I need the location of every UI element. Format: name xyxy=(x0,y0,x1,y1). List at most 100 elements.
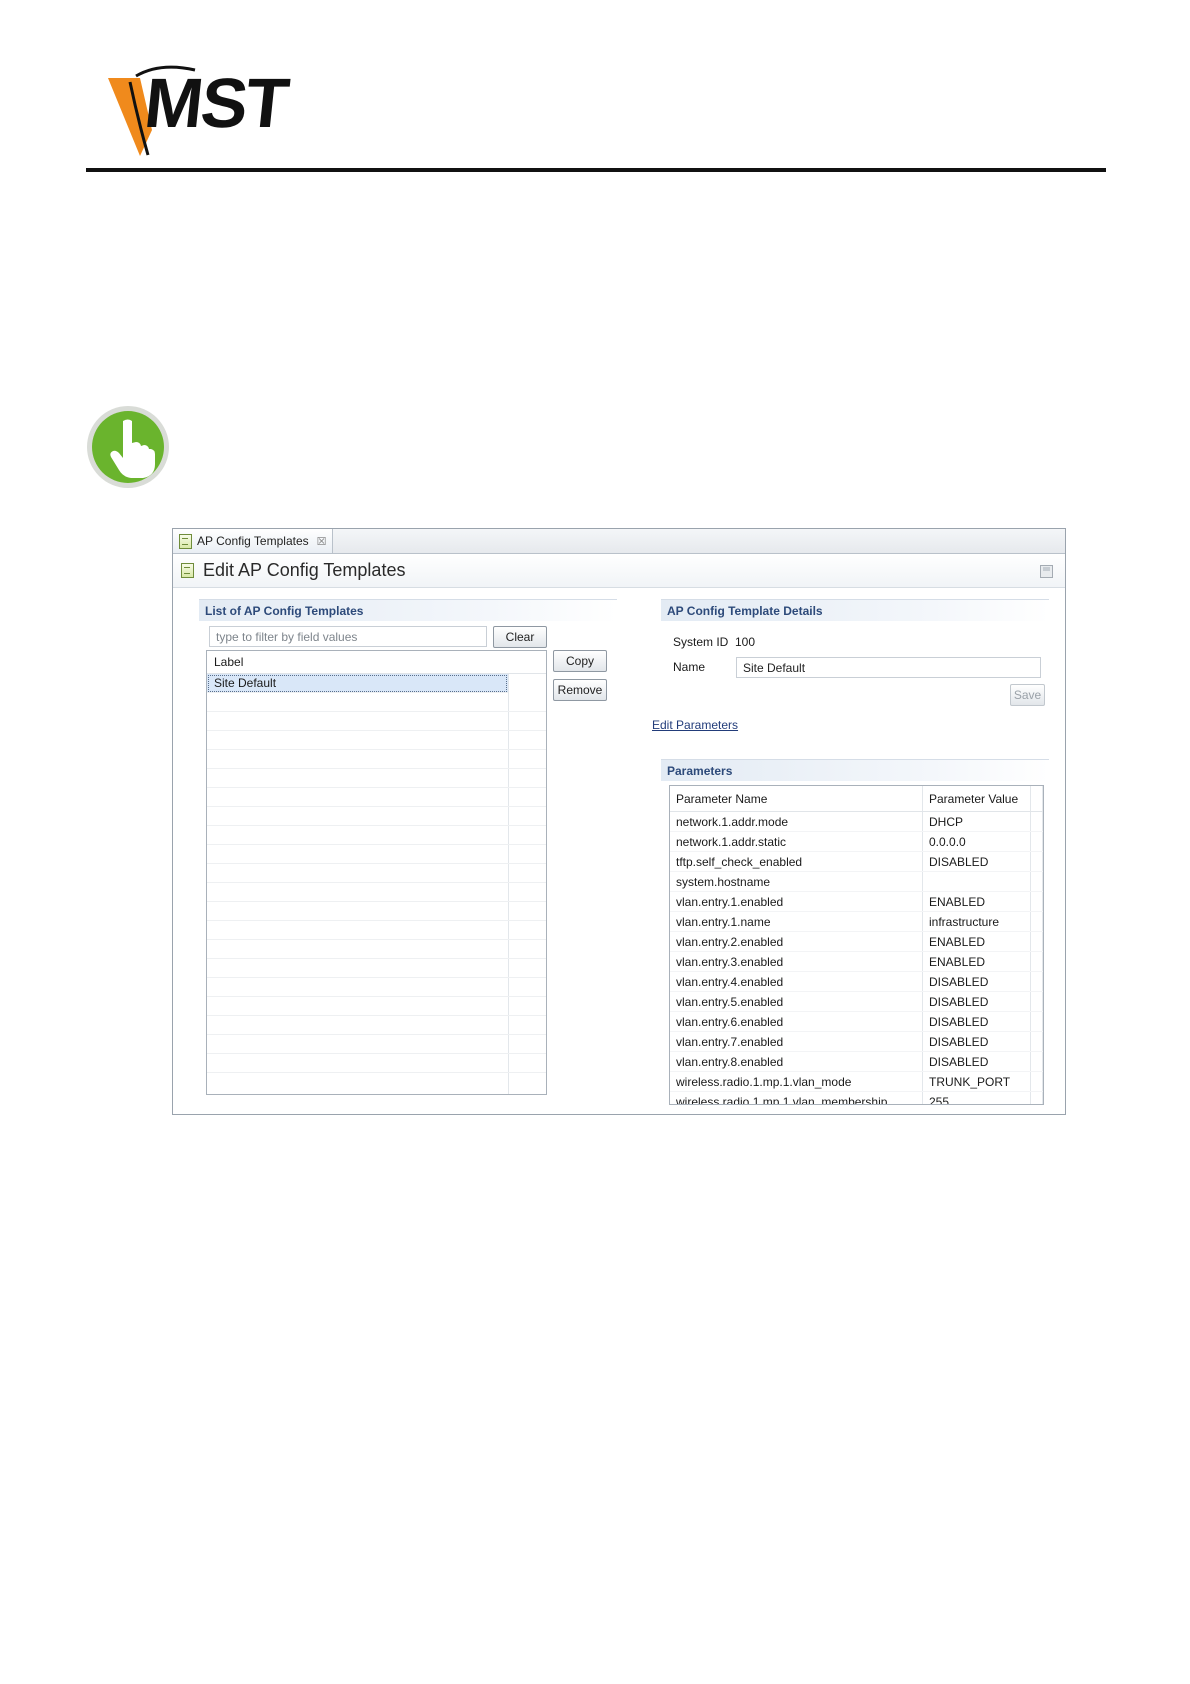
tab-label: AP Config Templates xyxy=(197,534,309,548)
parameter-name: network.1.addr.mode xyxy=(670,811,923,832)
parameter-value: infrastructure xyxy=(922,911,1031,932)
empty-row xyxy=(207,1035,546,1054)
filter-input[interactable] xyxy=(209,626,487,647)
template-doc-icon xyxy=(181,563,194,578)
parameter-name: vlan.entry.1.name xyxy=(670,911,923,932)
filler-cell xyxy=(1030,991,1043,1012)
parameters-rows: network.1.addr.mode DHCP network.1.addr.st… xyxy=(670,811,1043,1104)
parameter-value-header[interactable]: Parameter Value xyxy=(922,786,1031,812)
system-id-label: System ID xyxy=(673,635,729,649)
empty-row xyxy=(207,1016,546,1035)
empty-row xyxy=(207,845,546,864)
parameter-row[interactable]: vlan.entry.8.enabled DISABLED xyxy=(670,1051,1043,1072)
name-label: Name xyxy=(673,660,706,674)
header-rule xyxy=(86,168,1106,172)
template-row[interactable]: Site Default xyxy=(207,674,508,693)
parameter-value: ENABLED xyxy=(922,951,1031,972)
filler-header xyxy=(1030,786,1043,812)
list-section-title: List of AP Config Templates xyxy=(199,599,617,621)
parameter-value: DISABLED xyxy=(922,851,1031,872)
parameters-table: Parameter Name Parameter Value network.1… xyxy=(669,785,1044,1105)
parameter-row[interactable]: wireless.radio.1.mp.1.vlan_membership 255 xyxy=(670,1091,1043,1104)
parameter-row[interactable]: vlan.entry.3.enabled ENABLED xyxy=(670,951,1043,972)
empty-row xyxy=(207,769,546,788)
pointing-hand-icon xyxy=(87,406,169,488)
remove-button[interactable]: Remove xyxy=(553,679,607,701)
parameter-name: system.hostname xyxy=(670,871,923,892)
parameter-value: ENABLED xyxy=(922,931,1031,952)
label-column-header[interactable]: Label xyxy=(207,651,546,674)
empty-row xyxy=(207,959,546,978)
parameter-row[interactable]: vlan.entry.1.enabled ENABLED xyxy=(670,891,1043,912)
parameter-value: DISABLED xyxy=(922,1011,1031,1032)
parameter-name: vlan.entry.1.enabled xyxy=(670,891,923,912)
filler-cell xyxy=(1030,831,1043,852)
parameter-value: DISABLED xyxy=(922,1051,1031,1072)
parameter-row[interactable]: system.hostname xyxy=(670,871,1043,892)
tab-strip: AP Config Templates ☒ xyxy=(173,529,1065,554)
parameter-name: wireless.radio.1.mp.1.vlan_mode xyxy=(670,1071,923,1092)
edit-parameters-link[interactable]: Edit Parameters xyxy=(652,718,738,732)
parameter-row[interactable]: vlan.entry.1.name infrastructure xyxy=(670,911,1043,932)
parameter-name: vlan.entry.8.enabled xyxy=(670,1051,923,1072)
parameter-value: ENABLED xyxy=(922,891,1031,912)
empty-row xyxy=(207,864,546,883)
empty-row xyxy=(207,883,546,902)
parameter-value: TRUNK_PORT xyxy=(922,1071,1031,1092)
copy-button[interactable]: Copy xyxy=(553,650,607,672)
parameter-value: 255 xyxy=(922,1091,1031,1104)
empty-row xyxy=(207,807,546,826)
parameter-row[interactable]: network.1.addr.static 0.0.0.0 xyxy=(670,831,1043,852)
parameter-row[interactable]: vlan.entry.7.enabled DISABLED xyxy=(670,1031,1043,1052)
clear-button[interactable]: Clear xyxy=(493,626,547,648)
empty-row xyxy=(207,731,546,750)
parameter-row[interactable]: vlan.entry.6.enabled DISABLED xyxy=(670,1011,1043,1032)
parameter-name: vlan.entry.2.enabled xyxy=(670,931,923,952)
parameter-value: DHCP xyxy=(922,811,1031,832)
close-icon[interactable]: ☒ xyxy=(317,535,327,548)
empty-row xyxy=(207,940,546,959)
details-section-title: AP Config Template Details xyxy=(661,599,1049,621)
name-field[interactable] xyxy=(736,657,1041,678)
parameter-name: vlan.entry.6.enabled xyxy=(670,1011,923,1032)
parameter-row[interactable]: tftp.self_check_enabled DISABLED xyxy=(670,851,1043,872)
editor-title: Edit AP Config Templates xyxy=(203,560,406,580)
parameter-row[interactable]: vlan.entry.4.enabled DISABLED xyxy=(670,971,1043,992)
filler-cell xyxy=(1030,811,1043,832)
empty-row xyxy=(207,693,546,712)
empty-row xyxy=(207,750,546,769)
filler-cell xyxy=(1030,1091,1043,1104)
logo-text: MST xyxy=(140,64,291,142)
parameter-row[interactable]: vlan.entry.5.enabled DISABLED xyxy=(670,991,1043,1012)
filler-cell xyxy=(1030,1031,1043,1052)
templates-table: Label Site Default xyxy=(206,650,547,1095)
parameter-value: 0.0.0.0 xyxy=(922,831,1031,852)
parameter-name: vlan.entry.5.enabled xyxy=(670,991,923,1012)
templates-rows: Site Default xyxy=(207,674,546,1073)
parameter-name: vlan.entry.4.enabled xyxy=(670,971,923,992)
empty-row xyxy=(207,902,546,921)
parameter-row[interactable]: vlan.entry.2.enabled ENABLED xyxy=(670,931,1043,952)
parameter-name-header[interactable]: Parameter Name xyxy=(670,786,923,812)
empty-row xyxy=(207,826,546,845)
ap-config-templates-window: AP Config Templates ☒ Edit AP Config Tem… xyxy=(172,528,1066,1115)
empty-row xyxy=(207,978,546,997)
parameter-row[interactable]: network.1.addr.mode DHCP xyxy=(670,811,1043,832)
parameter-name: wireless.radio.1.mp.1.vlan_membership xyxy=(670,1091,923,1104)
template-doc-icon xyxy=(179,533,192,549)
empty-row xyxy=(207,712,546,731)
empty-row xyxy=(207,1054,546,1073)
save-button[interactable]: Save xyxy=(1010,684,1045,706)
filler-cell xyxy=(1030,1051,1043,1072)
editor-header: Edit AP Config Templates xyxy=(173,554,1065,588)
parameter-row[interactable]: wireless.radio.1.mp.1.vlan_mode TRUNK_POR… xyxy=(670,1071,1043,1092)
parameter-name: network.1.addr.static xyxy=(670,831,923,852)
parameter-value xyxy=(922,871,1031,892)
parameter-name: vlan.entry.3.enabled xyxy=(670,951,923,972)
tab-ap-config-templates[interactable]: AP Config Templates ☒ xyxy=(173,529,333,553)
filler-cell xyxy=(1030,971,1043,992)
filler-cell xyxy=(1030,931,1043,952)
save-icon[interactable] xyxy=(1040,565,1053,578)
filler-cell xyxy=(1030,871,1043,892)
parameter-name: tftp.self_check_enabled xyxy=(670,851,923,872)
